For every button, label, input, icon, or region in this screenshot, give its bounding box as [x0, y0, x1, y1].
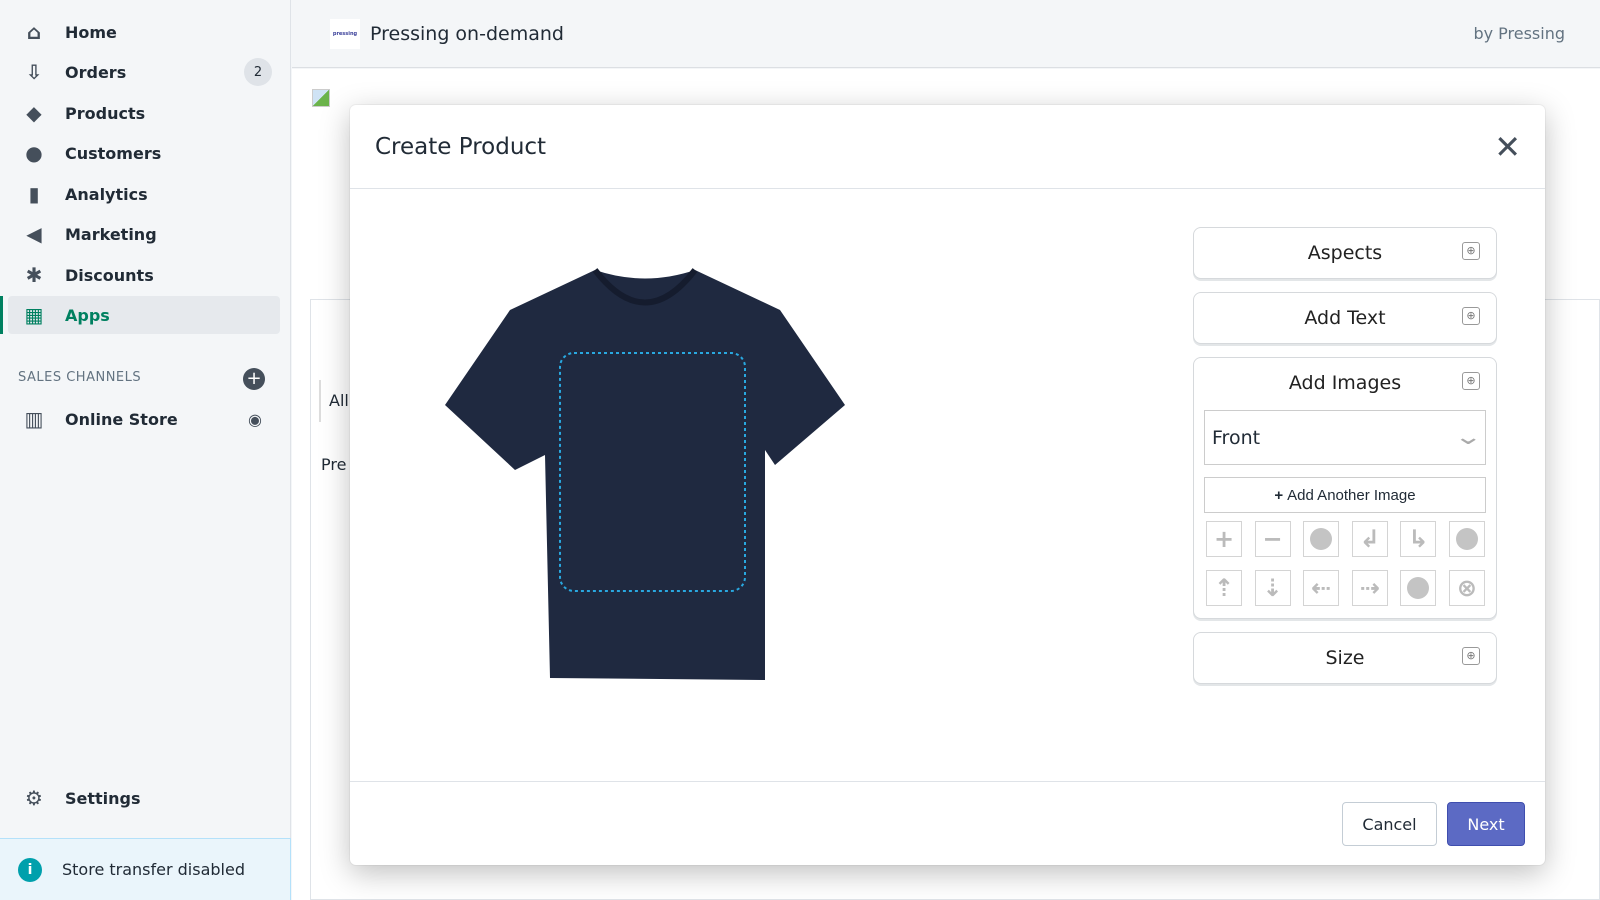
chevron-down-icon: ⌄	[1453, 425, 1483, 450]
move-up-icon[interactable]: ⇡	[1206, 570, 1242, 606]
remove-icon[interactable]: ⊗	[1448, 570, 1485, 606]
image-tools: + − ↲ ↳ ⇡ ⇣ ⇠ ⇢ ⊗	[1206, 521, 1486, 606]
size-header[interactable]: Size	[1194, 633, 1496, 683]
next-button[interactable]: Next	[1447, 802, 1525, 846]
add-text-section[interactable]: Add Text ⊕	[1193, 292, 1497, 344]
plus-icon: +	[1274, 486, 1284, 504]
add-images-section: Add Images ⊕ Front ⌄ + Add Another Image + …	[1193, 357, 1497, 619]
aspects-section[interactable]: Aspects ⊕	[1193, 227, 1497, 279]
rotate-right-icon[interactable]: ↳	[1400, 521, 1437, 557]
tshirt-shape	[445, 270, 845, 680]
expand-icon[interactable]: ⊕	[1462, 372, 1480, 390]
modal-footer: Cancel Next	[350, 781, 1545, 865]
expand-icon[interactable]: ⊕	[1462, 307, 1480, 325]
view-select[interactable]: Front ⌄	[1204, 410, 1486, 465]
add-images-header[interactable]: Add Images	[1194, 358, 1496, 408]
move-down-icon[interactable]: ⇣	[1254, 570, 1291, 606]
add-text-header[interactable]: Add Text	[1194, 293, 1496, 343]
move-left-icon[interactable]: ⇠	[1303, 570, 1340, 606]
modal-header: Create Product	[350, 105, 1545, 189]
editor-panel: Aspects ⊕ Add Text ⊕ Add Images ⊕ Front ⌄ + A…	[1193, 227, 1497, 697]
aspects-header[interactable]: Aspects	[1194, 228, 1496, 278]
expand-icon[interactable]: ⊕	[1462, 242, 1480, 260]
modal-overlay: Create Product ✕ Aspects ⊕ Add Text ⊕ Add …	[0, 0, 1600, 900]
tool-dot-icon[interactable]	[1448, 521, 1485, 557]
expand-icon[interactable]: ⊕	[1462, 647, 1480, 665]
tool-dot-icon[interactable]	[1303, 521, 1340, 557]
cancel-button[interactable]: Cancel	[1342, 802, 1437, 846]
modal-title: Create Product	[375, 133, 547, 160]
zoom-in-icon[interactable]: +	[1206, 521, 1242, 557]
button-label: Add Another Image	[1287, 486, 1416, 504]
view-select-value: Front	[1212, 426, 1261, 449]
rotate-left-icon[interactable]: ↲	[1351, 521, 1388, 557]
move-right-icon[interactable]: ⇢	[1351, 570, 1388, 606]
size-section[interactable]: Size ⊕	[1193, 632, 1497, 684]
tshirt-preview	[445, 268, 845, 680]
zoom-out-icon[interactable]: −	[1254, 521, 1291, 557]
add-another-image-button[interactable]: + Add Another Image	[1204, 477, 1486, 513]
close-icon[interactable]: ✕	[1494, 131, 1521, 163]
create-product-modal: Create Product ✕ Aspects ⊕ Add Text ⊕ Add …	[350, 105, 1545, 865]
tool-dot-icon[interactable]	[1400, 570, 1437, 606]
